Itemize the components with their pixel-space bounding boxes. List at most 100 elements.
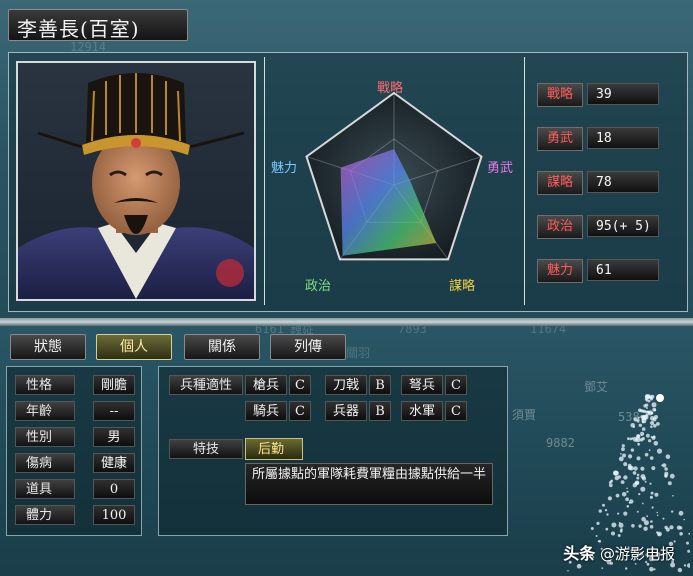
snow-dot [576,563,582,569]
snow-dot [617,475,621,479]
aptitude-unit: 水軍 [401,401,443,421]
snow-dot [638,423,642,427]
snow-dot [650,394,655,399]
snow-dot [676,525,681,530]
snow-dot [650,411,654,415]
snow-dot [628,454,633,459]
snow-dot [625,497,629,502]
snow-dot [649,525,654,529]
snow-dot [649,566,654,572]
snow-dot [651,436,656,440]
snow-dot [651,466,656,471]
snow-dot [644,452,649,457]
personal-value: 100 [93,505,135,525]
aptitude-grade: C [289,375,311,395]
snow-dot [642,476,646,481]
tab-relations[interactable]: 關係 [184,334,260,360]
snow-dot [651,506,654,509]
snow-dot [657,531,662,537]
snow-dot [611,522,617,528]
snow-dot [662,463,667,468]
snow-dot [650,520,653,523]
background-number: 7893 [398,326,427,336]
snow-dot [638,493,641,496]
stat-value: 61 [587,259,659,281]
snow-dot [618,522,621,524]
snow-dot [625,567,628,570]
snow-dot [620,453,622,455]
snow-dot [606,513,609,516]
snow-dot [649,456,654,460]
snow-dot [622,453,626,458]
snow-dot [653,568,656,571]
snow-dot [665,454,671,459]
stat-value: 95(+ 5) [587,215,659,237]
snow-dot [636,510,639,513]
snow-dot [669,525,674,530]
snow-dot [644,480,647,483]
snow-dot [646,433,650,438]
snow-dot [640,486,646,492]
snow-dot [636,473,640,477]
snow-dot [626,490,629,493]
watermark-brand: 头条 [563,544,596,563]
snow-dot [623,511,628,516]
radar-label-politics: 政治 [305,279,332,294]
snow-dot [653,408,657,412]
radar-label-charisma: 魅力 [271,161,298,176]
snow-dot [671,510,674,513]
snow-dot [632,425,635,428]
personal-value: 0 [93,479,135,499]
aptitude-grade: C [445,375,467,395]
skill-label: 特技 [169,439,243,459]
snow-dot [633,466,638,471]
tab-personal[interactable]: 個人 [96,334,172,360]
snow-dot [656,448,663,454]
background-text: 關羽 [346,346,371,360]
snow-dot [637,416,640,419]
snow-dot [637,442,640,446]
tab-status[interactable]: 狀態 [10,334,86,360]
personal-info-box: 性格 剛膽 年齡 -- 性別 男 傷病 健康 道具 0 體力 100 [6,366,142,536]
stat-row-tactics: 謀略 78 [537,171,677,195]
snow-dot [644,394,650,400]
radar-label-tactics: 謀略 [449,279,476,294]
snow-dot [604,509,608,512]
snow-dot [640,466,645,471]
personal-row-stamina: 體力 100 [15,505,135,527]
snow-dot [602,503,605,507]
snow-dot [635,437,641,443]
tab-biography[interactable]: 列傳 [270,334,346,360]
snow-dot [687,563,692,568]
snow-dot [590,527,594,530]
snow-dot [643,404,647,408]
aptitude-unit: 刀戟 [325,375,367,395]
snow-dot [608,483,613,488]
aptitude-unit: 騎兵 [245,401,287,421]
snow-dot [621,447,625,452]
snow-dot [664,467,668,471]
snow-dot [656,422,660,426]
stat-label: 謀略 [537,171,583,195]
snow-dot [620,528,623,531]
stat-value: 39 [587,83,659,105]
snow-dot [605,527,609,531]
snow-dot [623,475,628,480]
skill-description: 所屬據點的軍隊耗費軍糧由據點供給一半 [245,463,493,505]
snow-dot [641,415,645,419]
snow-dot [645,407,648,409]
divider [524,57,525,305]
personal-value: 剛膽 [93,375,135,395]
snow-dot [641,502,644,505]
snow-dot [640,434,643,436]
snow-dot [683,564,687,567]
skill-name[interactable]: 后勤 [245,438,303,460]
officer-info-panel: 12914 李善長(百室) 戰略 勇武 謀略 政治 魅力 戰略 39 勇武 18… [0,0,693,318]
snow-dot [626,505,630,508]
snow-dot [648,449,651,452]
snow-dot [650,420,655,426]
stat-row-politics: 政治 95(+ 5) [537,215,677,239]
snow-dot [664,471,669,476]
snow-dot [649,495,653,499]
background-number: 11674 [530,326,567,336]
